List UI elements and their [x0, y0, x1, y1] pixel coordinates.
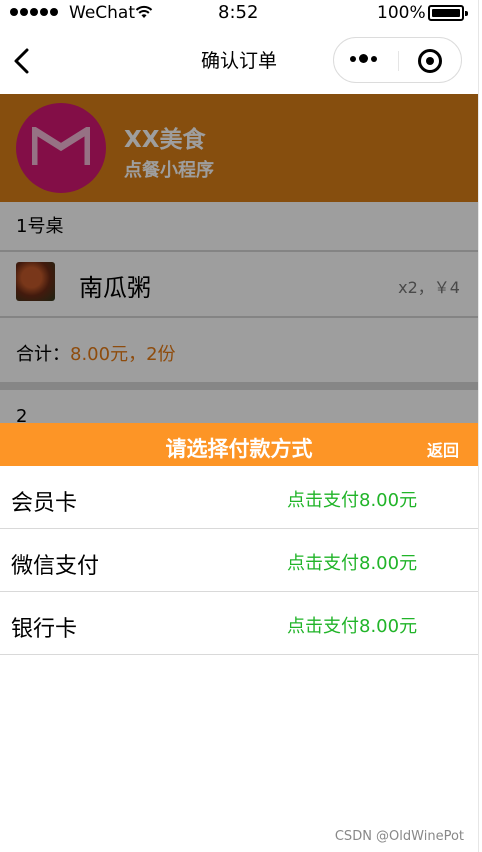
payment-option-bank-card[interactable]: 银行卡 点击支付8.00元 — [0, 592, 478, 655]
more-icon[interactable] — [350, 54, 377, 63]
battery-icon — [428, 5, 468, 21]
payment-back-button[interactable]: 返回 — [427, 437, 459, 461]
carrier-label: WeChat — [69, 3, 135, 23]
pay-button[interactable]: 点击支付8.00元 — [287, 549, 417, 575]
target-icon[interactable] — [418, 49, 442, 73]
payment-option-label: 微信支付 — [11, 554, 100, 579]
payment-option-wechat-pay[interactable]: 微信支付 点击支付8.00元 — [0, 529, 478, 592]
payment-sheet: 请选择付款方式 返回 会员卡 点击支付8.00元 微信支付 点击支付8.00元 … — [0, 423, 478, 852]
screen-edge — [478, 0, 482, 852]
payment-option-label: 会员卡 — [11, 491, 78, 516]
signal-icon — [10, 8, 58, 16]
status-time: 8:52 — [218, 2, 259, 23]
phone-screen: WeChat 8:52 100% 确认订单 XX美食 点餐小程序 1号桌 南瓜粥… — [0, 0, 478, 852]
payment-option-label: 银行卡 — [11, 617, 78, 642]
pay-button[interactable]: 点击支付8.00元 — [287, 612, 417, 638]
miniprogram-capsule — [333, 37, 462, 83]
payment-option-member-card[interactable]: 会员卡 点击支付8.00元 — [0, 466, 478, 529]
overlay-mask[interactable] — [0, 94, 478, 428]
status-bar: WeChat 8:52 100% — [0, 0, 478, 26]
watermark: CSDN @OldWinePot — [334, 829, 464, 844]
capsule-divider — [398, 51, 399, 71]
battery-percent: 100% — [377, 3, 426, 23]
nav-bar: 确认订单 — [0, 26, 478, 94]
pay-button[interactable]: 点击支付8.00元 — [287, 486, 417, 512]
wifi-icon — [135, 5, 153, 18]
payment-sheet-title: 请选择付款方式 — [165, 437, 313, 461]
payment-sheet-header: 请选择付款方式 返回 — [0, 423, 478, 466]
